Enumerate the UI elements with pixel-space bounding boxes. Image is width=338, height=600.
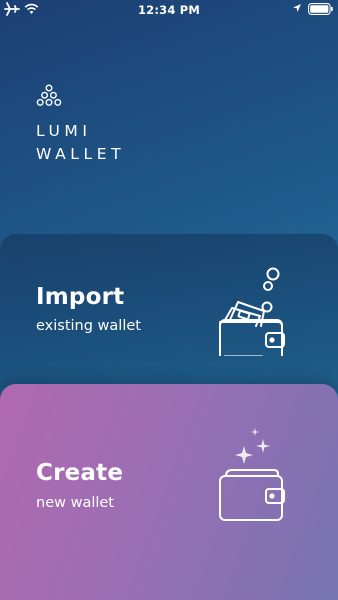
location-arrow-icon	[293, 4, 301, 12]
wallet-with-sparkles-icon	[219, 428, 285, 521]
status-time: 12:34 PM	[137, 3, 201, 17]
import-title: Import	[36, 284, 125, 310]
import-subtitle: existing wallet	[36, 318, 141, 334]
logo-line-2: WALLET	[36, 144, 126, 163]
triangle-dots-logo-icon	[36, 84, 62, 106]
logo-line-1: LUMI	[36, 122, 92, 140]
wallet-with-cash-and-coins-icon	[219, 267, 285, 356]
status-bar: 12:34 PM	[0, 0, 338, 20]
create-wallet-card[interactable]: Create new wallet	[0, 384, 338, 600]
battery-icon	[308, 3, 333, 15]
create-subtitle: new wallet	[36, 495, 114, 511]
create-title: Create	[36, 460, 124, 486]
app-logo-text: LUMI WALLET	[36, 120, 125, 165]
import-wallet-card[interactable]: Import existing wallet	[0, 234, 338, 394]
onboarding-screen: 12:34 PM LUMI WALLET Import existing wal…	[0, 0, 338, 600]
